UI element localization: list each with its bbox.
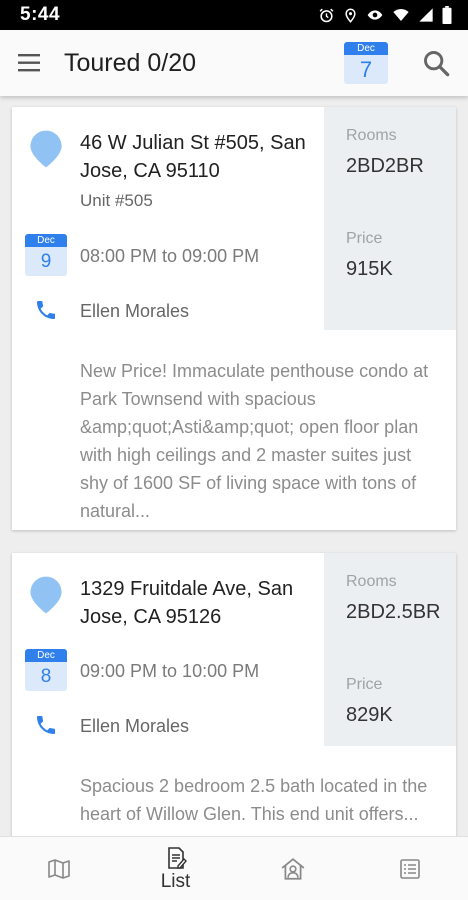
list-icon [167, 846, 187, 869]
listing-card[interactable]: Rooms 2BD2BR Price 915K 46 W Julian St #… [12, 107, 456, 530]
house-person-icon [281, 858, 304, 880]
eye-icon [367, 10, 383, 20]
alarm-icon [319, 8, 334, 22]
agent-name: Ellen Morales [80, 301, 190, 321]
location-pin-icon [30, 576, 62, 614]
location-icon [345, 7, 356, 23]
phone-icon[interactable] [34, 713, 58, 737]
search-button[interactable] [410, 30, 462, 96]
nav-list[interactable]: List [117, 837, 234, 900]
status-icons [318, 6, 452, 24]
nav-checklist[interactable] [351, 837, 468, 900]
wifi-icon [393, 9, 409, 21]
signal-icon [419, 8, 433, 22]
status-bar: 5:44 [0, 0, 468, 30]
bottom-navigation: List [0, 836, 468, 900]
tour-date-month: Dec [25, 234, 67, 247]
rooms-value: 2BD2BR [346, 155, 424, 177]
price-value: 829K [346, 704, 393, 726]
battery-icon [442, 6, 452, 24]
tour-date-day: 9 [25, 247, 67, 276]
listing-summary-panel: Rooms 2BD2.5BR Price 829K [324, 553, 456, 746]
date-filter-button[interactable]: Dec 7 [344, 42, 388, 84]
rooms-label: Rooms [346, 127, 397, 144]
rooms-label: Rooms [346, 573, 397, 590]
checklist-icon [399, 859, 420, 879]
agent-name: Ellen Morales [80, 716, 190, 736]
tour-date-day: 8 [25, 662, 67, 691]
price-label: Price [346, 676, 383, 693]
page-title: Toured 0/20 [64, 48, 197, 77]
tour-time: 08:00 PM to 09:00 PM [80, 246, 260, 266]
app-bar: Toured 0/20 Dec 7 [0, 30, 468, 96]
phone-icon[interactable] [34, 298, 58, 322]
price-label: Price [346, 230, 383, 247]
tour-date-month: Dec [25, 649, 67, 662]
search-icon [424, 51, 450, 77]
tour-date-badge: Dec 8 [25, 649, 67, 691]
menu-icon [18, 54, 40, 72]
tour-time: 09:00 PM to 10:00 PM [80, 661, 260, 681]
tour-date-badge: Dec 9 [25, 234, 67, 276]
map-icon [47, 859, 70, 879]
price-value: 915K [346, 258, 393, 280]
nav-map[interactable] [0, 837, 117, 900]
rooms-value: 2BD2.5BR [346, 601, 441, 623]
listing-address: 46 W Julian St #505, San Jose, CA 95110 [80, 132, 306, 182]
location-pin-icon [30, 130, 62, 168]
date-filter-day: 7 [344, 55, 388, 84]
listing-card[interactable]: Rooms 2BD2.5BR Price 829K 1329 Fruitdale… [12, 553, 456, 853]
listing-summary-panel: Rooms 2BD2BR Price 915K [324, 107, 456, 330]
listing-description: New Price! Immaculate penthouse condo at… [80, 361, 429, 521]
status-time: 5:44 [20, 4, 61, 25]
nav-tours[interactable] [234, 837, 351, 900]
listing-unit: Unit #505 [80, 191, 153, 210]
menu-button[interactable] [0, 30, 60, 96]
date-filter-month: Dec [344, 42, 388, 55]
nav-list-label: List [160, 870, 191, 892]
listing-address: 1329 Fruitdale Ave, San Jose, CA 95126 [80, 578, 294, 628]
